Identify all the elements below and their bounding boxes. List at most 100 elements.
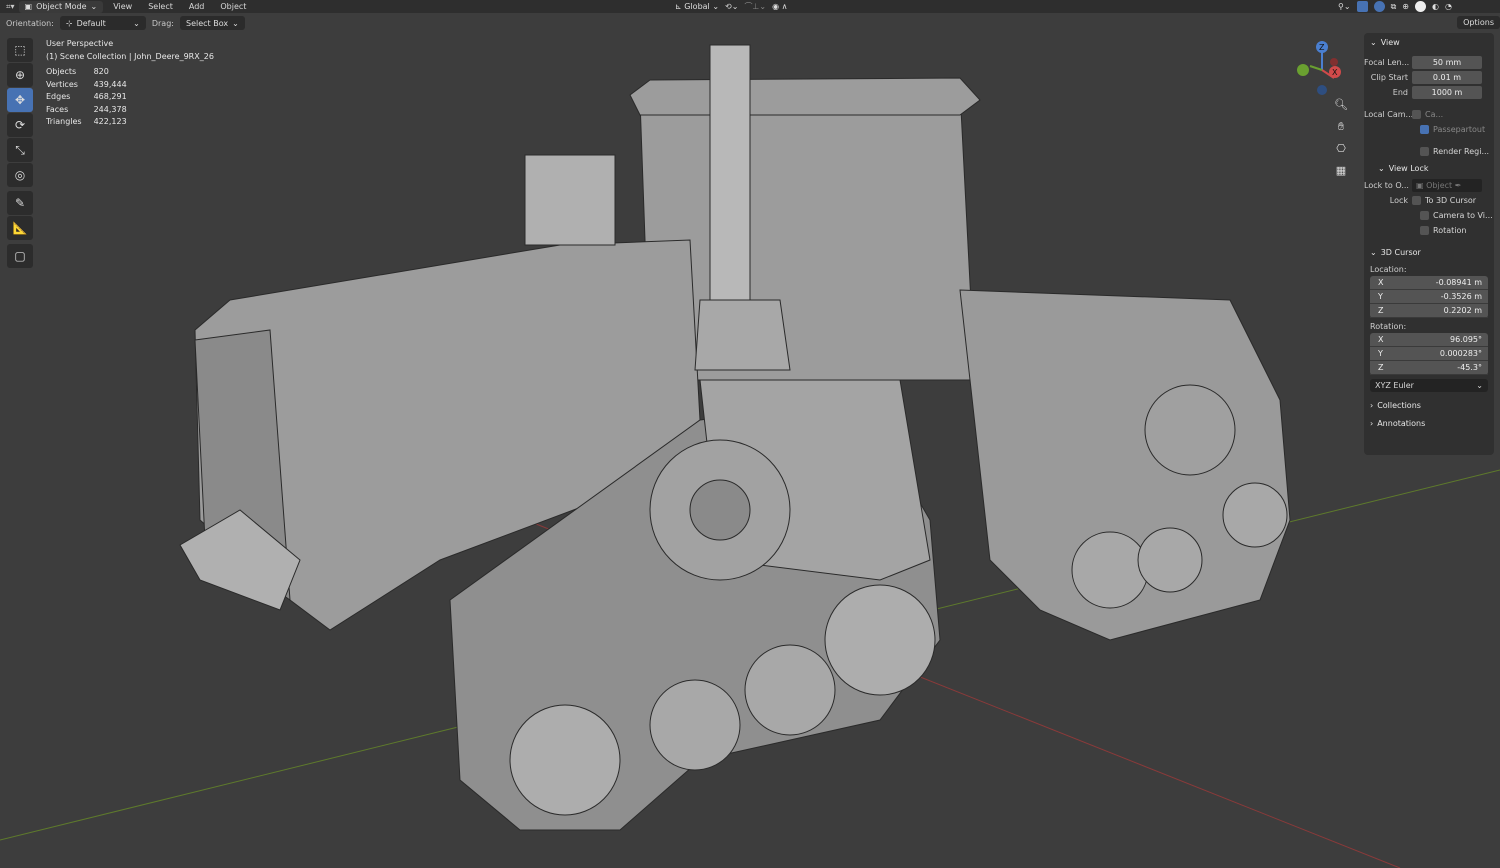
pivot-icon[interactable]: ⟲⌄ xyxy=(725,2,738,11)
stat-value: 244,378 xyxy=(93,104,127,114)
navigation-controls: 🔍︎ ✋︎ ⎔ ▦ xyxy=(1333,98,1349,186)
cursor-icon[interactable]: ⊕ xyxy=(7,63,33,87)
menu-select[interactable]: Select xyxy=(142,2,179,11)
to-3d-cursor-checkbox[interactable] xyxy=(1412,195,1421,205)
clip-end-label: End xyxy=(1392,87,1408,97)
collection-label: (1) Scene Collection | John_Deere_9RX_26 xyxy=(46,51,214,61)
orientation-value: Default xyxy=(76,18,106,28)
menu-view[interactable]: View xyxy=(107,2,138,11)
viewport-3d[interactable] xyxy=(0,0,1500,868)
orientation-dropdown[interactable]: ⊹ Default ⌄ xyxy=(59,16,146,30)
axis-label: X xyxy=(1378,278,1384,287)
collections-header[interactable]: › Collections xyxy=(1364,396,1494,414)
focal-length-field[interactable]: 50 mm xyxy=(1412,55,1482,69)
perspective-grid-icon[interactable]: ▦ xyxy=(1333,164,1349,180)
location-x-field[interactable]: X -0.08941 m xyxy=(1370,276,1488,290)
select-box-icon[interactable]: ⬚ xyxy=(7,38,33,62)
annotate-icon[interactable]: ✎ xyxy=(7,191,33,215)
camera-to-view-checkbox[interactable] xyxy=(1420,210,1429,220)
visibility-icon[interactable]: ⚲⌄ xyxy=(1338,2,1351,11)
options-button[interactable]: Options xyxy=(1457,16,1500,29)
location-z-field[interactable]: Z 0.2202 m xyxy=(1370,304,1488,318)
stat-value: 439,444 xyxy=(93,79,127,89)
gizmo-x-label[interactable]: X xyxy=(1332,68,1338,77)
proportional-edit-icon[interactable]: ◉ ∧ xyxy=(772,2,787,11)
gizmo-toggle-icon[interactable] xyxy=(1356,1,1368,12)
clip-end-field[interactable]: 1000 m xyxy=(1412,85,1482,99)
stat-value: 820 xyxy=(93,67,109,76)
mode-label: Object Mode xyxy=(36,2,87,11)
move-icon[interactable]: ✥ xyxy=(7,88,33,112)
axis-label: Y xyxy=(1378,349,1383,358)
stat-label: Edges xyxy=(46,92,71,101)
transform-orientation-dropdown[interactable]: ⊾ Global ⌄ xyxy=(675,2,719,11)
transform-icon[interactable]: ◎ xyxy=(7,163,33,187)
rotation-mode-dropdown[interactable]: XYZ Euler ⌄ xyxy=(1370,379,1488,392)
chevron-right-icon: › xyxy=(1370,400,1374,410)
axis-value: 96.095° xyxy=(1450,335,1482,344)
view-section-header[interactable]: ⌄ View xyxy=(1364,33,1494,51)
perspective-label: User Perspective xyxy=(46,39,114,48)
annotations-header[interactable]: › Annotations xyxy=(1364,414,1494,432)
eyedropper-icon[interactable]: ✒ xyxy=(1455,181,1462,190)
axis-label: X xyxy=(1378,335,1384,344)
stat-row: Edges 468,291 xyxy=(46,91,139,104)
wireframe-shading-icon[interactable]: ⊕ xyxy=(1402,2,1409,11)
to-3d-cursor-label: To 3D Cursor xyxy=(1425,195,1477,205)
editor-type-icon[interactable]: ⌗▾ xyxy=(6,2,15,12)
navigation-gizmo[interactable]: Z X xyxy=(1292,38,1352,98)
axis-label: Z xyxy=(1378,363,1384,372)
menu-object[interactable]: Object xyxy=(214,2,252,11)
gizmo-z-label[interactable]: Z xyxy=(1319,43,1325,52)
camera-to-view-label: Camera to Vi... xyxy=(1433,210,1493,220)
passepartout-label: Passepartout xyxy=(1433,124,1486,134)
focal-length-label: Focal Len... xyxy=(1364,57,1410,67)
view-lock-header[interactable]: ⌄ View Lock xyxy=(1364,159,1494,177)
add-cube-icon[interactable]: ▢ xyxy=(7,244,33,268)
rotation-x-field[interactable]: X 96.095° xyxy=(1370,333,1488,347)
local-camera-field[interactable]: Ca... xyxy=(1425,110,1443,119)
axis-value: -45.3° xyxy=(1457,363,1482,372)
orientation-label: Orientation: xyxy=(6,18,54,28)
orientation-icon: ⊹ xyxy=(65,18,73,28)
rotation-lock-checkbox[interactable] xyxy=(1420,225,1429,235)
stat-label: Objects xyxy=(46,67,77,76)
camera-view-icon[interactable]: ⎔ xyxy=(1333,142,1349,158)
clip-start-field[interactable]: 0.01 m xyxy=(1412,70,1482,84)
rotation-mode-value: XYZ Euler xyxy=(1375,381,1414,390)
drag-dropdown[interactable]: Select Box ⌄ xyxy=(179,16,245,30)
chevron-down-icon: ⌄ xyxy=(1378,163,1385,173)
solid-shading-icon[interactable] xyxy=(1414,1,1426,12)
location-label: Location: xyxy=(1370,265,1407,274)
scale-icon[interactable]: ⤡ xyxy=(7,138,33,162)
render-region-checkbox[interactable] xyxy=(1420,146,1429,156)
rotation-y-field[interactable]: Y 0.000283° xyxy=(1370,347,1488,361)
3d-cursor-header[interactable]: ⌄ 3D Cursor xyxy=(1364,243,1494,261)
chevron-down-icon: ⌄ xyxy=(1370,247,1377,257)
rotate-icon[interactable]: ⟳ xyxy=(7,113,33,137)
measure-icon[interactable]: 📐 xyxy=(7,216,33,240)
object-mode-icon: ▣ xyxy=(24,2,33,11)
local-camera-checkbox[interactable] xyxy=(1412,109,1421,119)
overlay-toggle-icon[interactable] xyxy=(1373,1,1385,12)
rotation-z-field[interactable]: Z -45.3° xyxy=(1370,361,1488,375)
zoom-icon[interactable]: 🔍︎ xyxy=(1333,98,1349,114)
lock-object-field[interactable]: ▣ Object ✒ xyxy=(1412,178,1482,192)
axis-value: -0.3526 m xyxy=(1440,292,1482,301)
pan-hand-icon[interactable]: ✋︎ xyxy=(1333,120,1349,136)
xray-icon[interactable]: ⧉ xyxy=(1391,2,1397,12)
location-y-field[interactable]: Y -0.3526 m xyxy=(1370,290,1488,304)
orientation-label: Global xyxy=(684,2,710,11)
mode-dropdown[interactable]: ▣ Object Mode ⌄ xyxy=(18,0,104,13)
snap-icon[interactable]: ⌒⊥⌄ xyxy=(744,1,766,12)
axis-value: -0.08941 m xyxy=(1435,278,1482,287)
material-shading-icon[interactable]: ◐ xyxy=(1432,2,1439,11)
axis-label: Y xyxy=(1378,292,1383,301)
passepartout-checkbox[interactable] xyxy=(1420,124,1429,134)
rendered-shading-icon[interactable]: ◔ xyxy=(1445,2,1452,11)
chevron-down-icon: ⌄ xyxy=(1370,37,1377,47)
drag-label: Drag: xyxy=(151,18,174,28)
menu-add[interactable]: Add xyxy=(183,2,211,11)
tractor-model[interactable] xyxy=(179,44,1291,831)
clip-start-label: Clip Start xyxy=(1370,72,1408,82)
